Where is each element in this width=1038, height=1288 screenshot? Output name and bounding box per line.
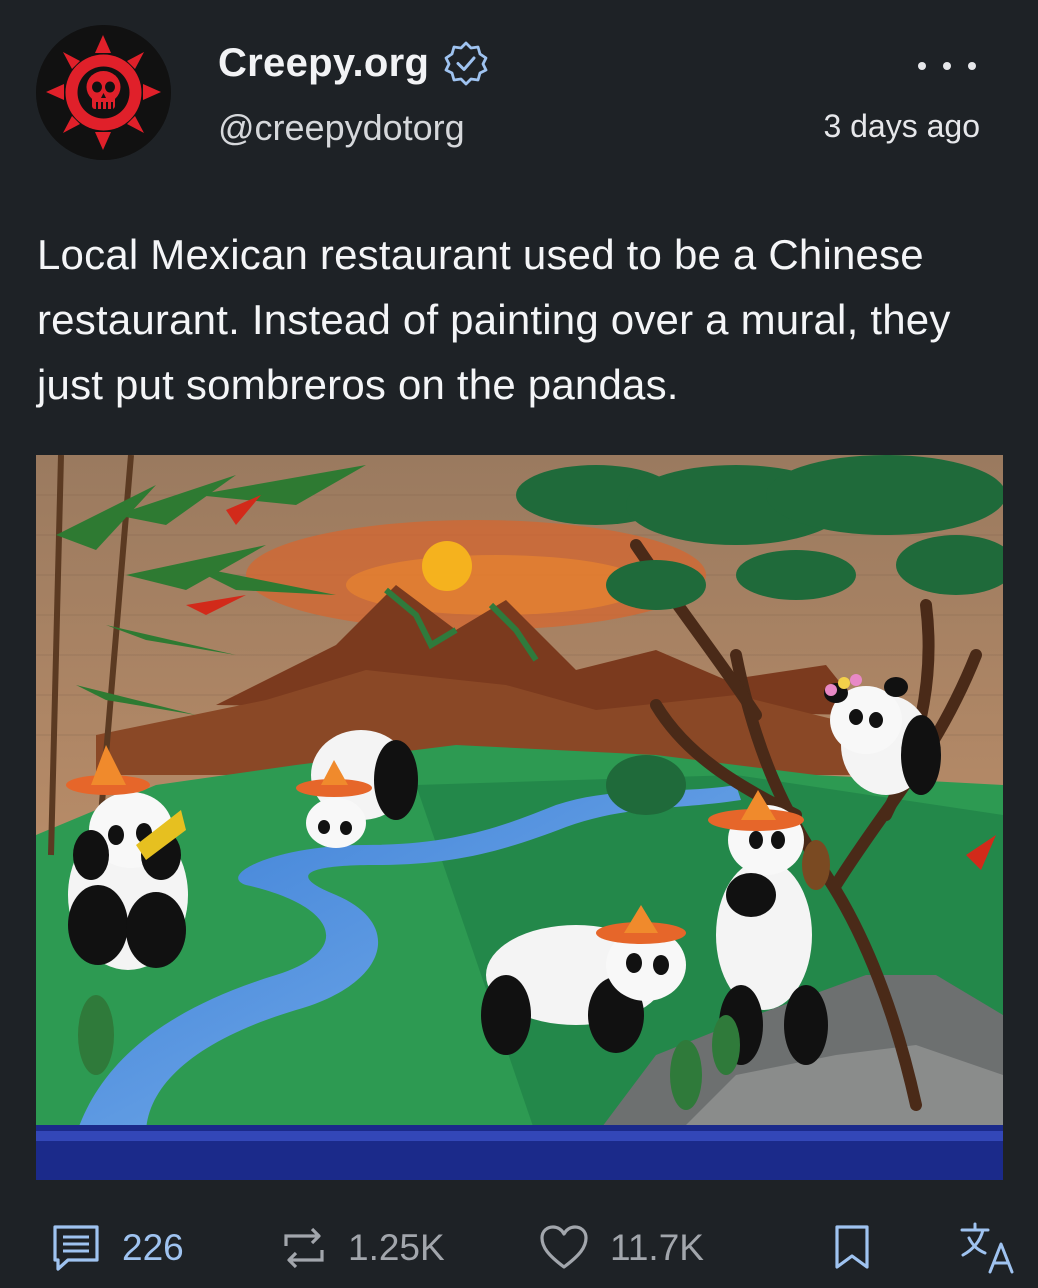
post-text: Local Mexican restaurant used to be a Ch… <box>37 231 951 408</box>
post-timestamp[interactable]: 3 days ago <box>823 108 980 145</box>
bookmark-button[interactable] <box>832 1212 872 1284</box>
like-button[interactable]: 11.7K <box>538 1212 704 1284</box>
repost-button[interactable]: 1.25K <box>280 1212 445 1284</box>
bookmark-icon <box>832 1222 872 1274</box>
post-card: Creepy.org @creepydotorg 3 days ago Loca… <box>0 0 1038 1288</box>
author-display-name: Creepy.org <box>218 40 430 85</box>
avatar[interactable] <box>36 25 171 160</box>
author-name[interactable]: Creepy.org <box>218 40 489 86</box>
translate-button[interactable] <box>958 1212 1018 1284</box>
comments-button[interactable]: 226 <box>50 1212 184 1284</box>
comments-count: 226 <box>122 1227 184 1268</box>
dot <box>943 62 951 70</box>
like-count: 11.7K <box>610 1227 704 1268</box>
mural-photo-pandas-in-sombreros <box>36 455 1003 1180</box>
dot <box>968 62 976 70</box>
repost-count: 1.25K <box>348 1227 445 1268</box>
author-handle[interactable]: @creepydotorg <box>218 107 465 149</box>
post-image[interactable] <box>36 455 1003 1180</box>
verified-badge-icon <box>443 40 489 86</box>
creepy-org-logo <box>36 25 171 160</box>
translate-icon <box>958 1220 1018 1276</box>
comment-icon <box>50 1222 102 1274</box>
more-options-icon[interactable] <box>918 46 976 86</box>
repost-icon <box>280 1222 328 1274</box>
heart-icon <box>538 1222 590 1274</box>
dot <box>918 62 926 70</box>
post-actions: 226 1.25K 11.7K <box>0 1212 1038 1284</box>
